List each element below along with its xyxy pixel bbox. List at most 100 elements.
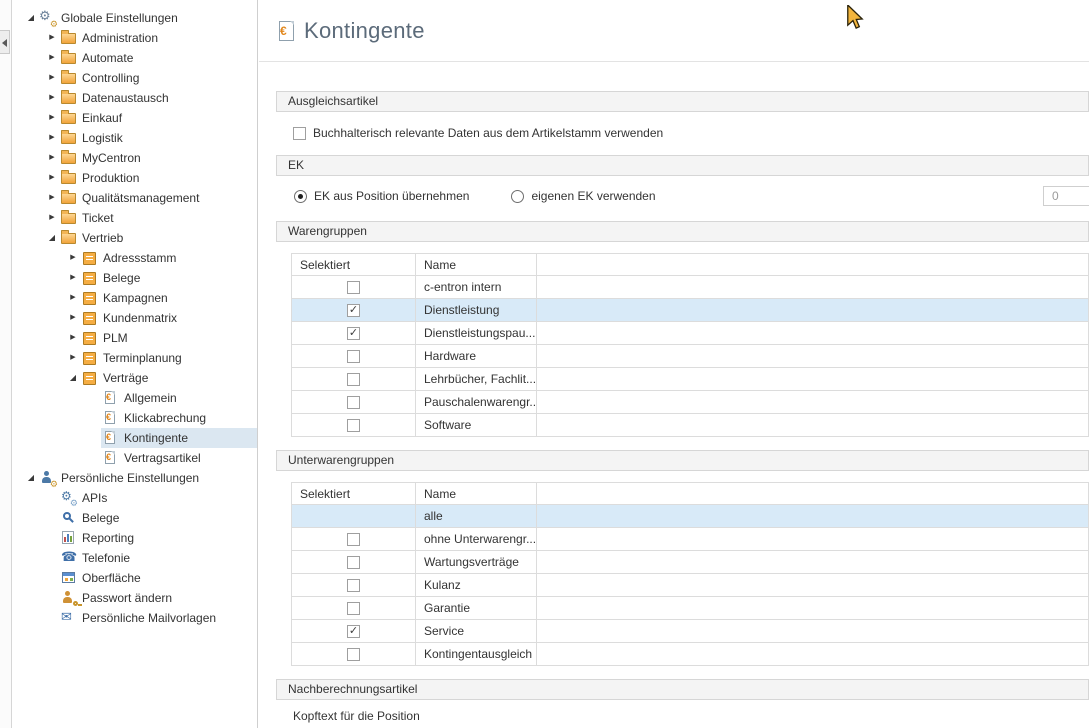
tree-item-reporting[interactable]: Reporting: [12, 528, 257, 548]
expand-icon[interactable]: ▶: [66, 308, 80, 328]
tree-item-persönliche-mailvorlagen[interactable]: ✉Persönliche Mailvorlagen: [12, 608, 257, 628]
collapse-icon[interactable]: ◢: [66, 368, 80, 388]
collapsed-panel-strip: [0, 0, 12, 728]
collapse-icon[interactable]: ◢: [24, 468, 38, 488]
tree-item-globale-einstellungen[interactable]: ◢⚙⚙Globale Einstellungen: [12, 8, 257, 28]
tree-item-telefonie[interactable]: ☎Telefonie: [12, 548, 257, 568]
row-checkbox[interactable]: [347, 419, 360, 432]
tree-item-allgemein[interactable]: €Allgemein: [12, 388, 257, 408]
row-checkbox[interactable]: [347, 350, 360, 363]
table-row-service[interactable]: Service: [292, 620, 1089, 643]
table-row-pauschalenwarengr-[interactable]: Pauschalenwarengr...: [292, 391, 1089, 414]
tree-item-datenaustausch[interactable]: ▶Datenaustausch: [12, 88, 257, 108]
expand-icon[interactable]: ▶: [66, 348, 80, 368]
table-row-dienstleistungspau-[interactable]: Dienstleistungspau...: [292, 322, 1089, 345]
column-header-selektiert[interactable]: Selektiert: [292, 483, 416, 505]
tree-item-plm[interactable]: ▶PLM: [12, 328, 257, 348]
table-row-alle[interactable]: alle: [292, 505, 1089, 528]
expand-icon[interactable]: ▶: [66, 248, 80, 268]
cell-empty: [537, 505, 1089, 528]
tree-item-label: Klickabrechung: [124, 411, 206, 425]
expand-icon[interactable]: ▶: [45, 128, 59, 148]
tree-item-produktion[interactable]: ▶Produktion: [12, 168, 257, 188]
tree-item-vertrieb[interactable]: ◢Vertrieb: [12, 228, 257, 248]
ek-eigener-radio[interactable]: [511, 190, 524, 203]
table-row-wartungsverträge[interactable]: Wartungsverträge: [292, 551, 1089, 574]
tree-item-automate[interactable]: ▶Automate: [12, 48, 257, 68]
tree-item-passwort-ändern[interactable]: Passwort ändern: [12, 588, 257, 608]
tree-item-adressstamm[interactable]: ▶Adressstamm: [12, 248, 257, 268]
row-checkbox[interactable]: [347, 327, 360, 340]
tree-item-mycentron[interactable]: ▶MyCentron: [12, 148, 257, 168]
expand-icon[interactable]: ▶: [66, 328, 80, 348]
tree-item-ticket[interactable]: ▶Ticket: [12, 208, 257, 228]
ek-position-radio[interactable]: [294, 190, 307, 203]
tree-item-belege[interactable]: Belege: [12, 508, 257, 528]
column-header-selektiert[interactable]: Selektiert: [292, 254, 416, 276]
row-checkbox[interactable]: [347, 281, 360, 294]
expand-icon[interactable]: ▶: [66, 288, 80, 308]
artikelstamm-checkbox[interactable]: [293, 127, 306, 140]
section-body-ausgleichsartikel: Buchhalterisch relevante Daten aus dem A…: [276, 112, 1089, 155]
table-row-ohne-unterwarengr-[interactable]: ohne Unterwarengr...: [292, 528, 1089, 551]
app-window: { "sidebar": { "items": [ {"label":"Glob…: [0, 0, 1089, 728]
row-checkbox[interactable]: [347, 396, 360, 409]
table-row-lehrbücher-fachlit-[interactable]: Lehrbücher, Fachlit...: [292, 368, 1089, 391]
expand-icon[interactable]: ▶: [45, 108, 59, 128]
tree-item-vertragsartikel[interactable]: €Vertragsartikel: [12, 448, 257, 468]
tree-item-verträge[interactable]: ◢Verträge: [12, 368, 257, 388]
column-header-name[interactable]: Name: [416, 483, 537, 505]
expand-icon[interactable]: ▶: [45, 48, 59, 68]
row-checkbox[interactable]: [347, 648, 360, 661]
folder-icon: [61, 30, 77, 46]
tree-item-kampagnen[interactable]: ▶ Kampagnen: [12, 288, 257, 308]
table-row-software[interactable]: Software: [292, 414, 1089, 437]
table-row-kulanz[interactable]: Kulanz: [292, 574, 1089, 597]
row-checkbox[interactable]: [347, 304, 360, 317]
window-icon: [61, 570, 77, 586]
tree-item-administration[interactable]: ▶Administration: [12, 28, 257, 48]
tree-item-belege[interactable]: ▶Belege: [12, 268, 257, 288]
tree-item-controlling[interactable]: ▶Controlling: [12, 68, 257, 88]
table-row-c-entron-intern[interactable]: c-entron intern: [292, 276, 1089, 299]
row-checkbox[interactable]: [347, 533, 360, 546]
row-checkbox[interactable]: [347, 373, 360, 386]
tree-item-einkauf[interactable]: ▶Einkauf: [12, 108, 257, 128]
tree-item-oberfläche[interactable]: Oberfläche: [12, 568, 257, 588]
panel-collapse-tab[interactable]: [0, 30, 10, 54]
expand-icon[interactable]: ▶: [45, 168, 59, 188]
collapse-icon[interactable]: ◢: [24, 8, 38, 28]
expand-icon[interactable]: ▶: [45, 88, 59, 108]
expand-icon[interactable]: ▶: [45, 148, 59, 168]
expand-icon[interactable]: ▶: [45, 208, 59, 228]
tree-item-kontingente[interactable]: €Kontingente: [12, 428, 257, 448]
tree-item-terminplanung[interactable]: ▶Terminplanung: [12, 348, 257, 368]
expand-icon[interactable]: ▶: [45, 28, 59, 48]
row-checkbox[interactable]: [347, 556, 360, 569]
tree-item-apis[interactable]: ⚙⚙APIs: [12, 488, 257, 508]
column-header-name[interactable]: Name: [416, 254, 537, 276]
table-row-kontingentausgleich[interactable]: Kontingentausgleich: [292, 643, 1089, 666]
expand-icon[interactable]: ▶: [66, 268, 80, 288]
drawer-icon: [82, 310, 98, 326]
cell-name: Wartungsverträge: [416, 551, 537, 574]
tree-item-persönliche-einstellungen[interactable]: ◢⚙Persönliche Einstellungen: [12, 468, 257, 488]
table-row-garantie[interactable]: Garantie: [292, 597, 1089, 620]
table-row-dienstleistung[interactable]: Dienstleistung: [292, 299, 1089, 322]
row-checkbox[interactable]: [347, 625, 360, 638]
page-document-icon: €: [277, 20, 294, 42]
table-row-hardware[interactable]: Hardware: [292, 345, 1089, 368]
tree-item-logistik[interactable]: ▶Logistik: [12, 128, 257, 148]
expand-icon[interactable]: ▶: [45, 188, 59, 208]
collapse-icon[interactable]: ◢: [45, 228, 59, 248]
row-checkbox[interactable]: [347, 579, 360, 592]
tree-item-klickabrechung[interactable]: €Klickabrechung: [12, 408, 257, 428]
tree-item-label: Kampagnen: [103, 291, 168, 305]
cell-empty: [537, 597, 1089, 620]
tree-item-kundenmatrix[interactable]: ▶Kundenmatrix: [12, 308, 257, 328]
tree-item-qualitätsmanagement[interactable]: ▶Qualitätsmanagement: [12, 188, 257, 208]
expand-icon[interactable]: ▶: [45, 68, 59, 88]
ek-value-input[interactable]: [1043, 186, 1089, 206]
page-icon: €: [103, 430, 119, 446]
row-checkbox[interactable]: [347, 602, 360, 615]
